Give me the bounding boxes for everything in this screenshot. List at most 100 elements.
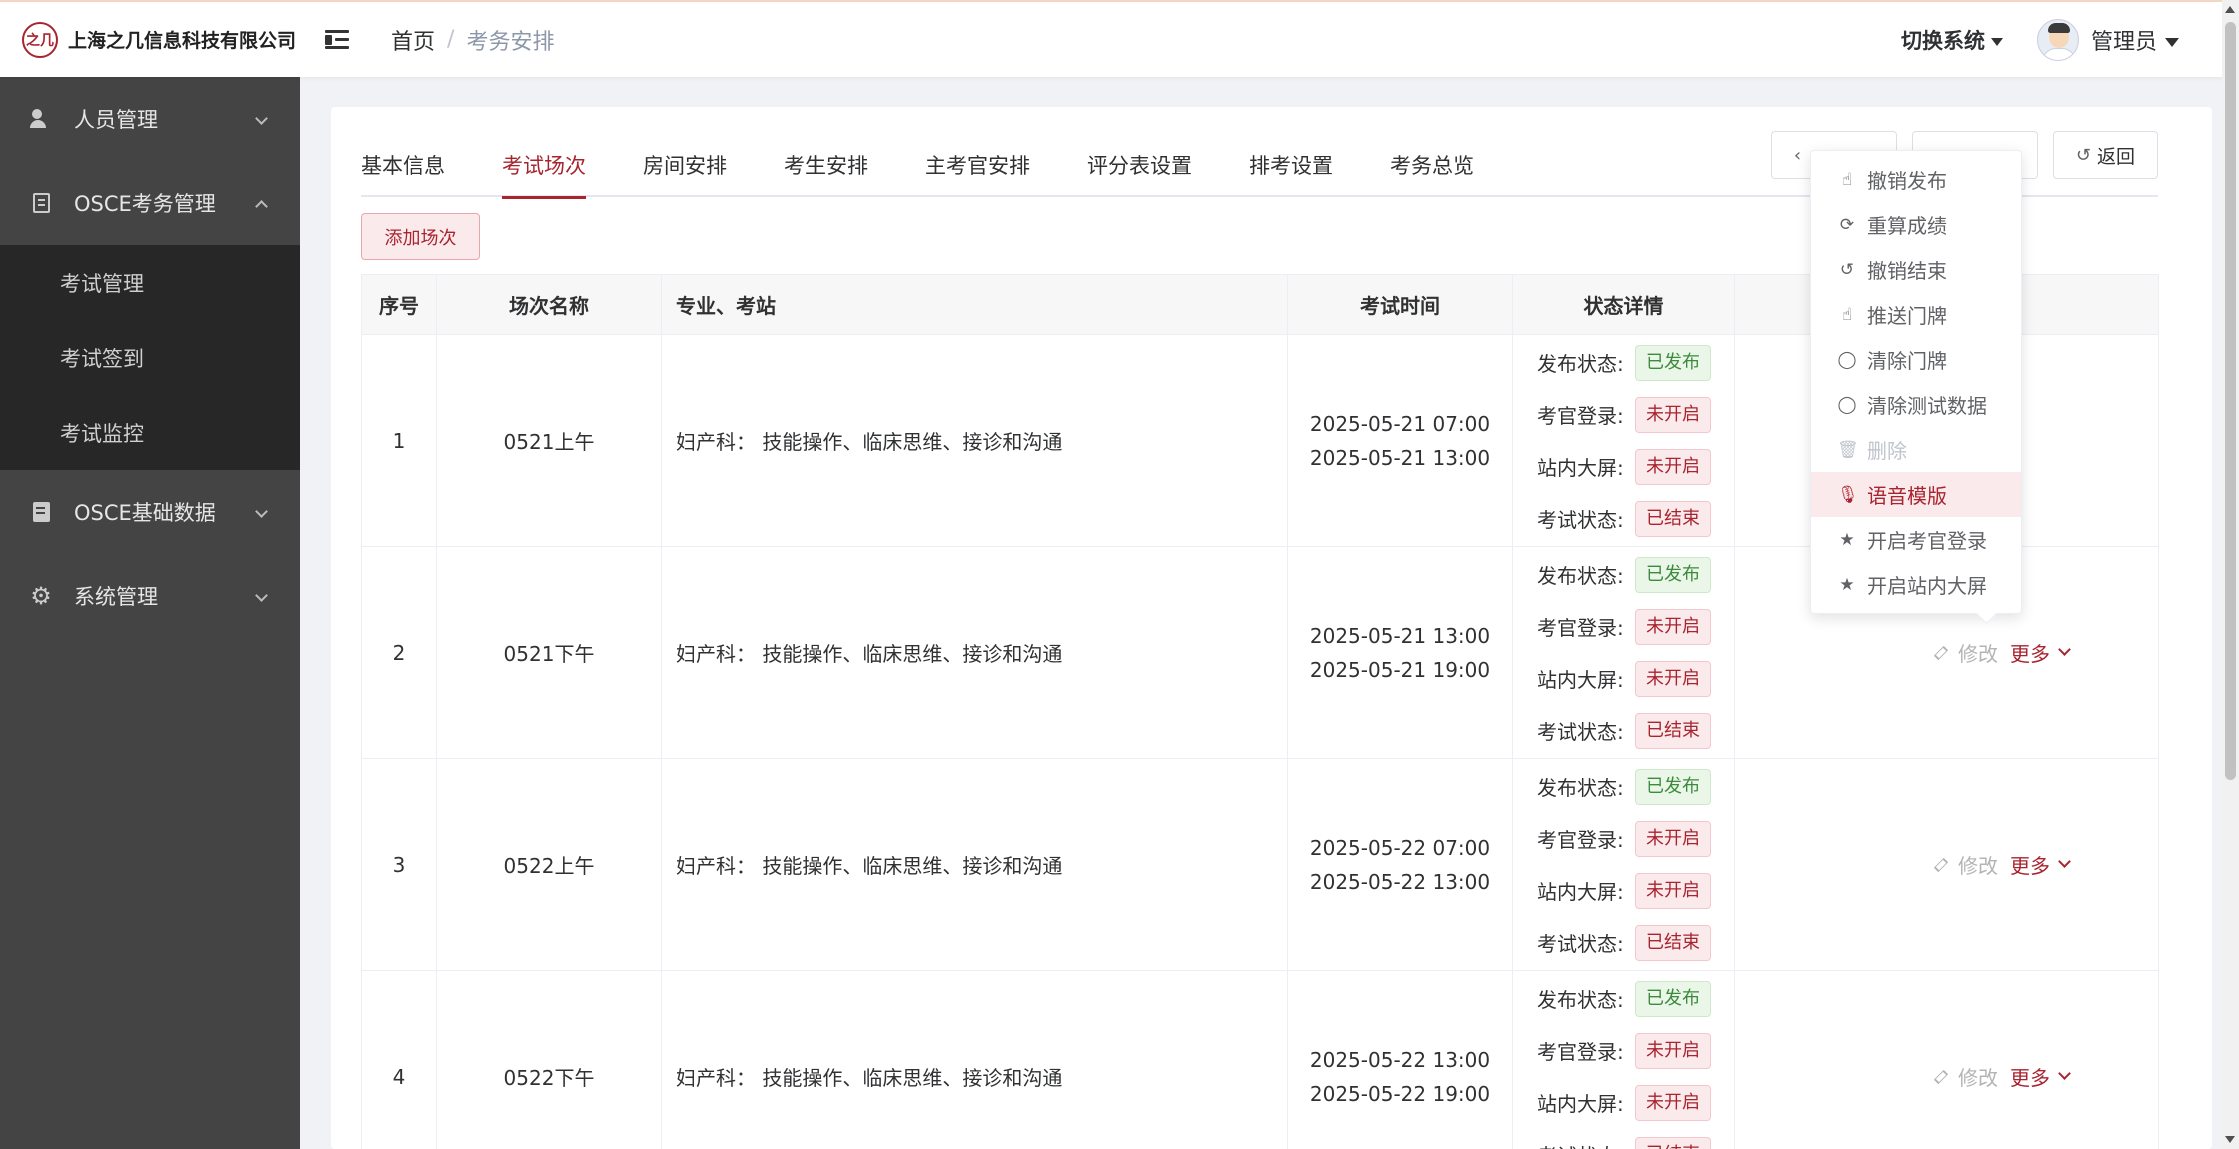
back-button[interactable]: ↺ 返回 [2052,131,2158,179]
cell-exam-time: 2025-05-22 13:00 2025-05-22 19:00 [1287,970,1513,1149]
status-row: 考官登录: 未开启 [1537,813,1734,865]
cell-status: 发布状态: 已发布 考官登录: 未开启 站内大屏: 未开启 考试状态: 已结束 [1512,758,1735,971]
more-label: 更多 [2010,642,2050,666]
breadcrumb-home[interactable]: 首页 [391,24,435,56]
dropdown-item-9[interactable]: ★ 开启站内大屏 [1811,562,2021,607]
status-badge: 已结束 [1635,924,1711,961]
tab-exam-sessions[interactable]: 考试场次 [502,143,586,199]
dropdown-item-label: 语音模版 [1867,484,1947,508]
edit-button[interactable]: 修改 [1933,638,1998,667]
edit-label: 修改 [1958,642,1998,666]
status-badge: 已发布 [1635,768,1711,805]
tab-basic-info[interactable]: 基本信息 [361,143,445,197]
refresh-icon: ⟳ [1839,214,1855,235]
edit-button[interactable]: 修改 [1933,850,1998,879]
col-header-major: 专业、考站 [661,274,1288,335]
dropdown-item-7[interactable]: 🎙 语音模版 [1811,472,2021,517]
logo: 之几 上海之几信息科技有限公司 [0,21,300,58]
dropdown-item-5[interactable]: ◯ 清除测试数据 [1811,382,2021,427]
status-badge: 未开启 [1635,396,1711,433]
tab-room-arrangement[interactable]: 房间安排 [643,143,727,197]
exam-start-time: 2025-05-22 13:00 [1309,1047,1491,1072]
cell-no: 3 [361,758,437,971]
status-row: 站内大屏: 未开启 [1537,653,1734,705]
sidebar-subitem-exam-management[interactable]: 考试管理 [0,245,300,320]
avatar[interactable] [2036,18,2079,61]
chevron-down-icon [2058,855,2071,868]
status-label: 站内大屏: [1537,1092,1624,1116]
chat-bubble-icon: ◯ [1837,349,1857,370]
pencil-icon [1933,1069,1949,1084]
cell-major-station: 妇产科： 技能操作、临床思维、接诊和沟通 [661,546,1288,759]
top-header: 之几 上海之几信息科技有限公司 首页 / 考务安排 切换系统 管理员 [0,0,2239,77]
scroll-up-icon[interactable] [2225,6,2235,13]
status-row: 考试状态: 已结束 [1537,705,1734,757]
status-badge: 已发布 [1635,980,1711,1017]
caret-down-icon [2165,38,2179,47]
exam-end-time: 2025-05-22 13:00 [1309,869,1491,894]
dropdown-item-0[interactable]: ☝ 撤销发布 [1811,157,2021,202]
exam-end-time: 2025-05-21 13:00 [1309,445,1491,470]
status-label: 站内大屏: [1537,668,1624,692]
sidebar-submenu: 考试管理 考试签到 考试监控 [0,245,300,470]
status-badge: 未开启 [1635,448,1711,485]
status-row: 站内大屏: 未开启 [1537,1077,1734,1129]
cell-session-name: 0522上午 [436,758,662,971]
switch-system-dropdown[interactable]: 切换系统 [1901,25,2003,55]
dropdown-item-4[interactable]: ◯ 清除门牌 [1811,337,2021,382]
chevron-up-icon [255,200,268,213]
sidebar-item-osce-basedata[interactable]: OSCE基础数据 [0,470,300,554]
sidebar-item-label: OSCE考务管理 [74,192,216,216]
dropdown-item-1[interactable]: ⟳ 重算成绩 [1811,202,2021,247]
dropdown-item-3[interactable]: ☝ 推送门牌 [1811,292,2021,337]
more-button[interactable]: 更多 [2010,1062,2071,1091]
chevron-left-icon: ‹ [1793,144,1802,166]
status-badge: 已发布 [1635,556,1711,593]
page-scrollbar[interactable] [2222,0,2239,1149]
status-label: 考试状态: [1537,508,1624,532]
trash-icon: 🗑 [1837,439,1859,460]
add-session-button[interactable]: 添加场次 [361,213,480,260]
tab-overview[interactable]: 考务总览 [1390,143,1474,197]
status-label: 考官登录: [1537,616,1624,640]
dropdown-item-label: 开启站内大屏 [1867,574,1987,598]
breadcrumb: 首页 / 考务安排 [391,24,554,56]
col-header-no: 序号 [361,274,437,335]
gear-icon: ⚙ [30,582,52,610]
status-row: 站内大屏: 未开启 [1537,865,1734,917]
more-button[interactable]: 更多 [2010,850,2071,879]
hand-pointer-icon: ☝ [1841,169,1853,190]
sidebar-item-label: OSCE基础数据 [74,501,216,525]
sidebar-subitem-exam-monitor[interactable]: 考试监控 [0,395,300,470]
tab-scoresheet-settings[interactable]: 评分表设置 [1087,143,1192,197]
status-row: 考官登录: 未开启 [1537,389,1734,441]
cell-status: 发布状态: 已发布 考官登录: 未开启 站内大屏: 未开启 考试状态: 已结束 [1512,334,1735,547]
tab-candidate-arrangement[interactable]: 考生安排 [784,143,868,197]
document-icon [32,193,50,213]
scroll-thumb[interactable] [2225,22,2236,780]
table-row: 3 0522上午 妇产科： 技能操作、临床思维、接诊和沟通 2025-05-22… [361,758,2159,971]
menu-toggle-icon[interactable] [325,28,353,52]
status-row: 考试状态: 已结束 [1537,1129,1734,1149]
switch-system-label: 切换系统 [1900,28,1985,53]
status-row: 考试状态: 已结束 [1537,917,1734,969]
col-header-time: 考试时间 [1287,274,1513,335]
sidebar-item-personnel[interactable]: 人员管理 [0,77,300,161]
cell-exam-time: 2025-05-21 07:00 2025-05-21 13:00 [1287,334,1513,547]
scroll-down-icon[interactable] [2225,1136,2235,1143]
sidebar-item-system[interactable]: ⚙ 系统管理 [0,554,300,638]
user-menu[interactable]: 管理员 [2091,24,2179,56]
dropdown-item-label: 开启考官登录 [1867,529,1987,553]
sidebar-item-osce-exam[interactable]: OSCE考务管理 [0,161,300,245]
dropdown-item-8[interactable]: ★ 开启考官登录 [1811,517,2021,562]
edit-button[interactable]: 修改 [1933,1062,1998,1091]
status-badge: 未开启 [1635,1032,1711,1069]
dropdown-item-2[interactable]: ↺ 撤销结束 [1811,247,2021,292]
star-icon: ★ [1839,529,1855,550]
sidebar-subitem-exam-checkin[interactable]: 考试签到 [0,320,300,395]
tab-schedule-settings[interactable]: 排考设置 [1249,143,1333,197]
tab-examiner-arrangement[interactable]: 主考官安排 [925,143,1030,197]
users-icon [30,109,52,129]
more-button[interactable]: 更多 [2010,638,2071,667]
cell-session-name: 0522下午 [436,970,662,1149]
